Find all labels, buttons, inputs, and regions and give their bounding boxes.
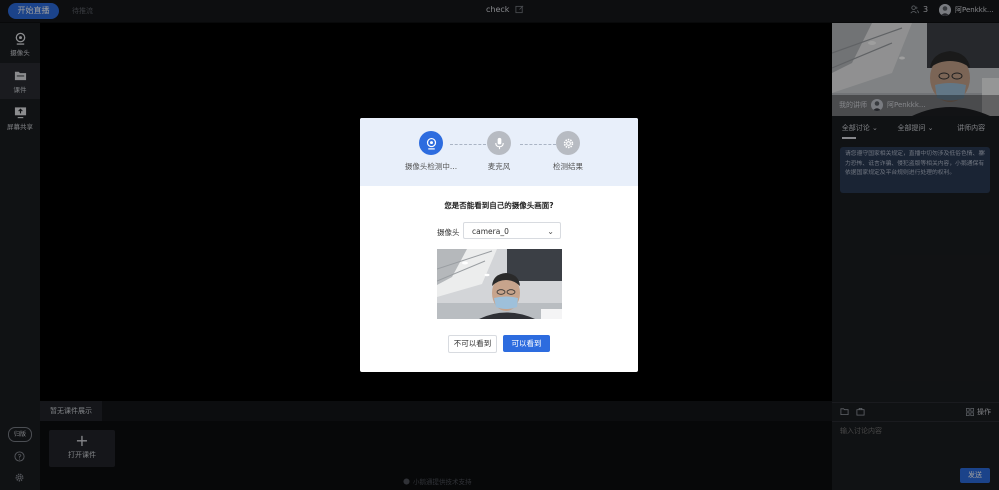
microphone-icon [487,131,511,155]
camera-select-label: 摄像头 [437,228,460,237]
device-check-modal: 摄像头检测中... 麦克风 检测结果 您是否能看到自己的摄像头画面? 摄像头 c [360,118,638,372]
step-label: 检测结果 [553,162,583,171]
check-question: 您是否能看到自己的摄像头画面? [444,201,554,210]
camera-icon [419,131,443,155]
check-steps: 摄像头检测中... 麦克风 检测结果 [360,118,638,186]
gear-icon [556,131,580,155]
camera-preview [437,249,562,319]
cannot-see-button[interactable]: 不可以看到 [448,335,497,353]
step-camera: 摄像头检测中... [396,131,466,172]
camera-select[interactable]: camera_0 ⌄ [463,222,561,239]
step-result: 检测结果 [533,131,603,172]
camera-select-value: camera_0 [472,227,509,236]
can-see-button[interactable]: 可以看到 [503,335,550,352]
step-label: 摄像头检测中... [404,162,458,171]
step-label: 麦克风 [487,162,511,171]
camera-preview-image [437,249,562,319]
step-microphone: 麦克风 [464,131,534,172]
chevron-down-icon: ⌄ [547,227,554,236]
